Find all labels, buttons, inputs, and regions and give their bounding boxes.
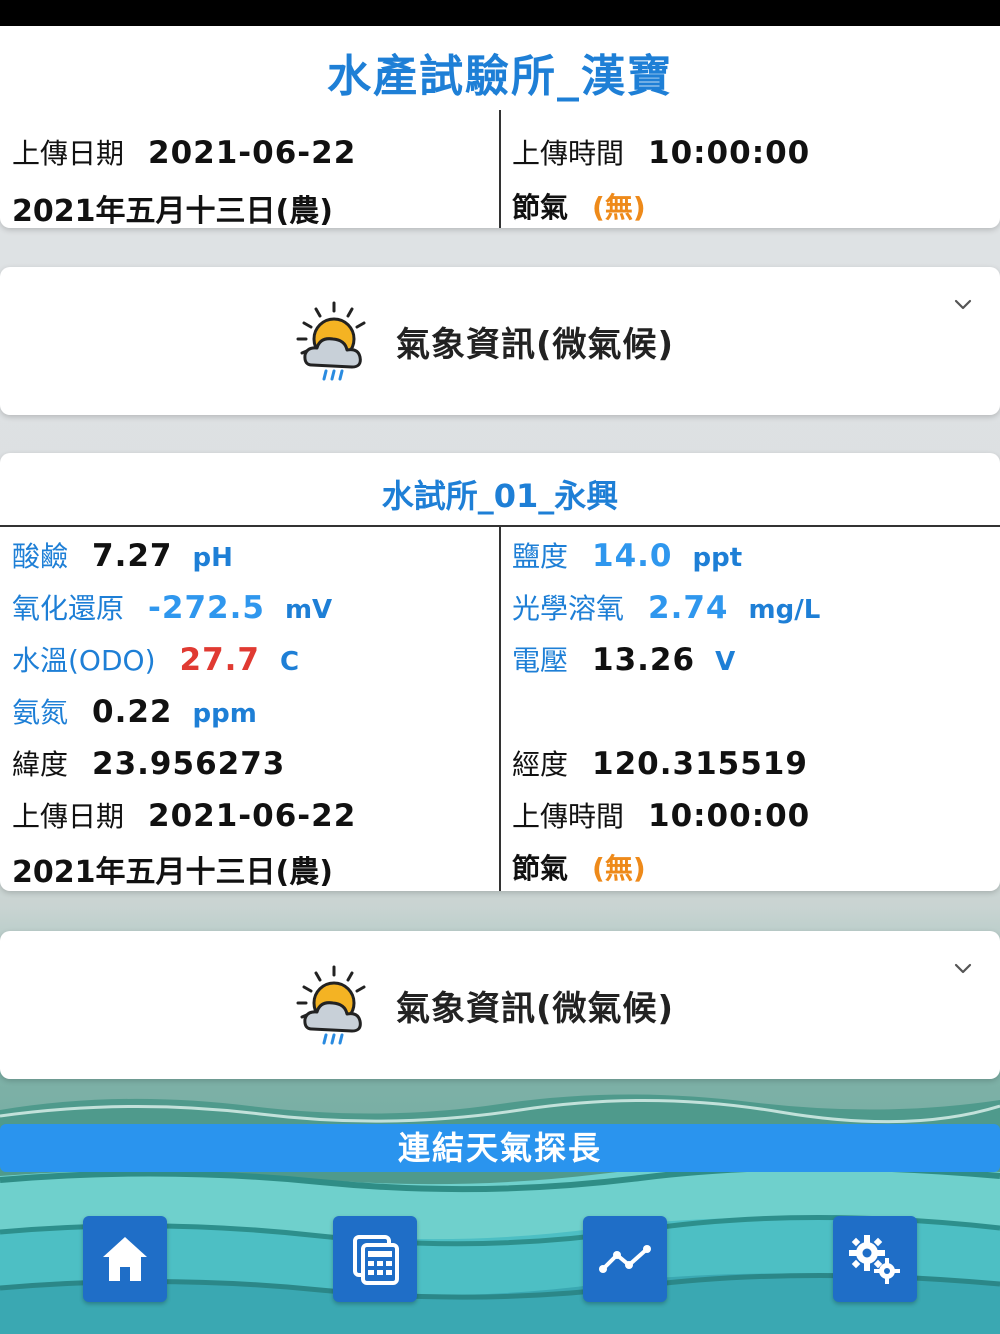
upload-time-label: 上傳時間 (512, 800, 625, 833)
ph-unit: pH (192, 543, 233, 573)
temp-unit: C (280, 647, 300, 677)
ammonia-unit: ppm (192, 699, 257, 729)
home-icon (103, 1237, 147, 1281)
orp-row: 氧化還原 -272.5 mV (12, 587, 332, 627)
salinity-label: 鹽度 (512, 540, 569, 573)
station-lunar-date-row: 2021年五月十三日(農) (12, 847, 333, 891)
nav-calendar-button[interactable] (333, 1216, 417, 1302)
jieqi-row: 節氣 (無) (512, 186, 646, 226)
do-value: 2.74 (648, 590, 729, 626)
upload-date-row: 上傳日期 2021-06-22 (12, 132, 356, 172)
voltage-value: 13.26 (592, 642, 696, 678)
weather-sun-rain-icon (296, 965, 366, 1045)
weather-info-card[interactable]: 氣象資訊(微氣候) (0, 931, 1000, 1079)
upload-date-value: 2021-06-22 (148, 135, 357, 171)
salinity-value: 14.0 (592, 538, 673, 574)
site-title: 水產試驗所_漢寶 (327, 51, 673, 102)
do-label: 光學溶氧 (512, 592, 625, 625)
ammonia-row: 氨氮 0.22 ppm (12, 691, 257, 731)
temp-label: 水溫(ODO) (12, 644, 156, 677)
nav-settings-button[interactable] (833, 1216, 917, 1302)
station-title: 水試所_01_永興 (381, 477, 619, 515)
nav-home-button[interactable] (83, 1216, 167, 1302)
weather-info-label: 氣象資訊(微氣候) (396, 988, 675, 1029)
voltage-row: 電壓 13.26 V (512, 639, 735, 679)
jieqi-value: (無) (592, 191, 646, 224)
nav-chart-button[interactable] (583, 1216, 667, 1302)
latitude-value: 23.956273 (92, 746, 286, 782)
orp-unit: mV (284, 595, 333, 625)
orp-value: -272.5 (148, 590, 265, 626)
temp-value: 27.7 (179, 642, 260, 678)
jieqi-label: 節氣 (512, 191, 569, 224)
longitude-label: 經度 (512, 748, 569, 781)
chevron-down-icon[interactable] (952, 957, 974, 979)
upload-time-value: 10:00:00 (648, 135, 811, 171)
column-divider (499, 527, 501, 891)
station-upload-date-row: 上傳日期 2021-06-22 (12, 795, 356, 835)
do-unit: mg/L (748, 595, 821, 625)
jieqi-label: 節氣 (512, 852, 569, 885)
site-header-card: 水產試驗所_漢寶 上傳日期 2021-06-22 上傳時間 10:00:00 2… (0, 26, 1000, 230)
ammonia-value: 0.22 (92, 694, 173, 730)
salinity-row: 鹽度 14.0 ppt (512, 535, 742, 575)
weather-info-content: 氣象資訊(微氣候) (290, 297, 674, 385)
chevron-down-icon[interactable] (952, 293, 974, 315)
weather-info-content: 氣象資訊(微氣候) (290, 961, 674, 1049)
latitude-label: 緯度 (12, 748, 69, 781)
weather-sun-rain-icon (296, 301, 366, 381)
ammonia-label: 氨氮 (12, 696, 69, 729)
gears-icon (849, 1235, 900, 1284)
longitude-row: 經度 120.315519 (512, 743, 808, 783)
weather-info-card[interactable]: 氣象資訊(微氣候) (0, 267, 1000, 415)
upload-date-value: 2021-06-22 (148, 798, 357, 834)
voltage-label: 電壓 (512, 644, 569, 677)
lunar-date-row: 2021年五月十三日(農) (12, 186, 333, 230)
station-jieqi-row: 節氣 (無) (512, 847, 646, 887)
weather-info-label: 氣象資訊(微氣候) (396, 324, 675, 365)
column-divider (499, 110, 501, 228)
ph-row: 酸鹼 7.27 pH (12, 535, 233, 575)
latitude-row: 緯度 23.956273 (12, 743, 285, 783)
ph-value: 7.27 (92, 538, 173, 574)
status-bar (0, 0, 1000, 26)
salinity-unit: ppt (692, 543, 743, 573)
calendar-grid-icon (353, 1235, 399, 1285)
lunar-date: 2021年五月十三日(農) (12, 194, 333, 229)
line-chart-icon (599, 1245, 651, 1273)
station-card: 水試所_01_永興 酸鹼 7.27 pH 鹽度 14.0 ppt 氧化還原 -2… (0, 453, 1000, 891)
upload-time-row: 上傳時間 10:00:00 (512, 132, 810, 172)
orp-label: 氧化還原 (12, 592, 125, 625)
temp-row: 水溫(ODO) 27.7 C (12, 639, 299, 679)
jieqi-value: (無) (592, 852, 646, 885)
voltage-unit: V (715, 647, 736, 677)
upload-date-label: 上傳日期 (12, 800, 125, 833)
upload-time-value: 10:00:00 (648, 798, 811, 834)
upload-time-label: 上傳時間 (512, 137, 625, 170)
station-upload-time-row: 上傳時間 10:00:00 (512, 795, 810, 835)
weather-link-button[interactable]: 連結天氣探長 (0, 1124, 1000, 1172)
upload-date-label: 上傳日期 (12, 137, 125, 170)
do-row: 光學溶氧 2.74 mg/L (512, 587, 820, 627)
lunar-date: 2021年五月十三日(農) (12, 855, 333, 890)
longitude-value: 120.315519 (592, 746, 808, 782)
ph-label: 酸鹼 (12, 540, 69, 573)
